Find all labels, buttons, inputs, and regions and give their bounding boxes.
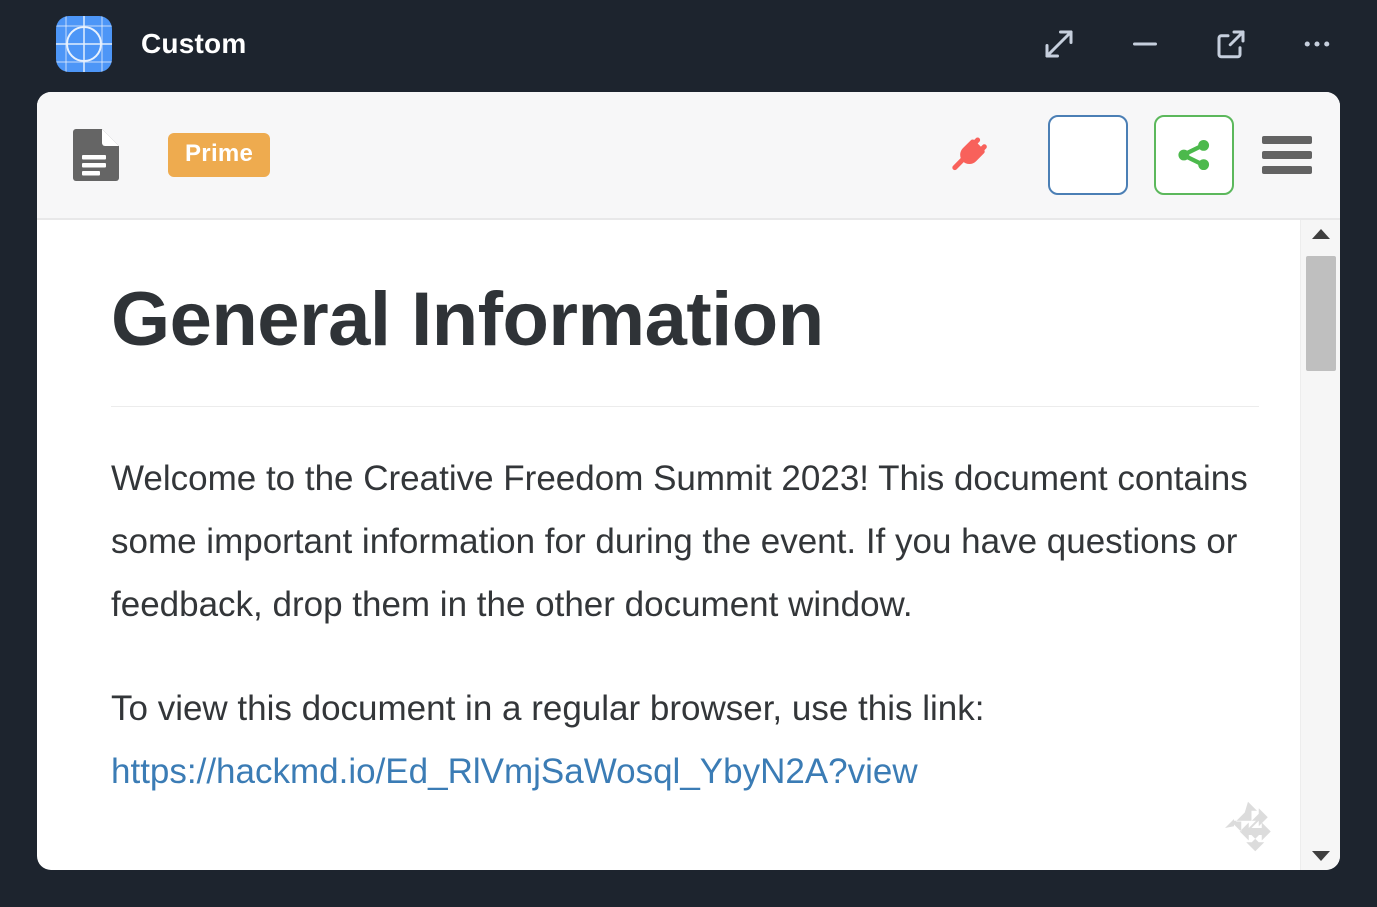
minimize-button[interactable] — [1125, 24, 1165, 64]
viewfinder-grid-icon — [56, 16, 112, 72]
document-lines-glyph — [73, 129, 119, 181]
paragraph-link: To view this document in a regular brows… — [111, 677, 1260, 803]
caret-down-icon — [1311, 851, 1330, 861]
move-four-arrows-icon[interactable] — [1218, 798, 1278, 858]
document-lines-icon[interactable] — [73, 129, 119, 181]
document-card: Prime General Information Welcome to the… — [37, 92, 1340, 870]
prime-badge[interactable]: Prime — [168, 133, 271, 177]
vertical-scrollbar[interactable] — [1300, 220, 1340, 870]
popout-button[interactable] — [1211, 24, 1251, 64]
title-divider — [111, 405, 1259, 407]
application-window: Custom Prime General Information Welcome… — [0, 0, 1377, 907]
document-scroll-area: General Information Welcome to the Creat… — [37, 220, 1340, 870]
share-button[interactable] — [1154, 115, 1234, 195]
move-arrows-glyph — [1225, 801, 1271, 852]
resize-diagonal-button[interactable] — [1039, 24, 1079, 64]
scrollbar-thumb[interactable] — [1306, 256, 1336, 371]
document-content: General Information Welcome to the Creat… — [37, 220, 1300, 870]
document-toolbar-actions — [946, 115, 1312, 195]
page-title: General Information — [111, 277, 824, 362]
scroll-down-button[interactable] — [1301, 842, 1340, 870]
minimize-dash-icon — [1133, 42, 1157, 46]
plug-glyph — [952, 137, 987, 171]
caret-up-icon — [1311, 229, 1330, 239]
paragraph-welcome: Welcome to the Creative Freedom Summit 2… — [111, 458, 1248, 624]
paragraph-link-prefix: To view this document in a regular brows… — [111, 688, 985, 728]
window-title: Custom — [141, 28, 247, 59]
share-nodes-icon — [1178, 139, 1210, 171]
hackmd-document-link[interactable]: https://hackmd.io/Ed_RlVmjSaWosql_YbyN2A… — [111, 752, 918, 791]
hamburger-menu-icon[interactable] — [1262, 129, 1312, 181]
document-toolbar: Prime — [37, 92, 1340, 220]
more-options-button[interactable] — [1297, 24, 1337, 64]
toolbar-blue-button[interactable] — [1048, 115, 1128, 195]
resize-diagonal-arrow-icon — [1045, 30, 1073, 58]
scroll-up-button[interactable] — [1301, 220, 1340, 248]
scrollbar-track[interactable] — [1301, 248, 1340, 842]
window-controls — [1039, 24, 1337, 64]
external-link-icon — [1217, 30, 1245, 59]
plug-disconnected-icon[interactable] — [946, 132, 992, 178]
ellipsis-horizontal-icon — [1304, 41, 1330, 47]
window-titlebar: Custom — [0, 0, 1377, 88]
